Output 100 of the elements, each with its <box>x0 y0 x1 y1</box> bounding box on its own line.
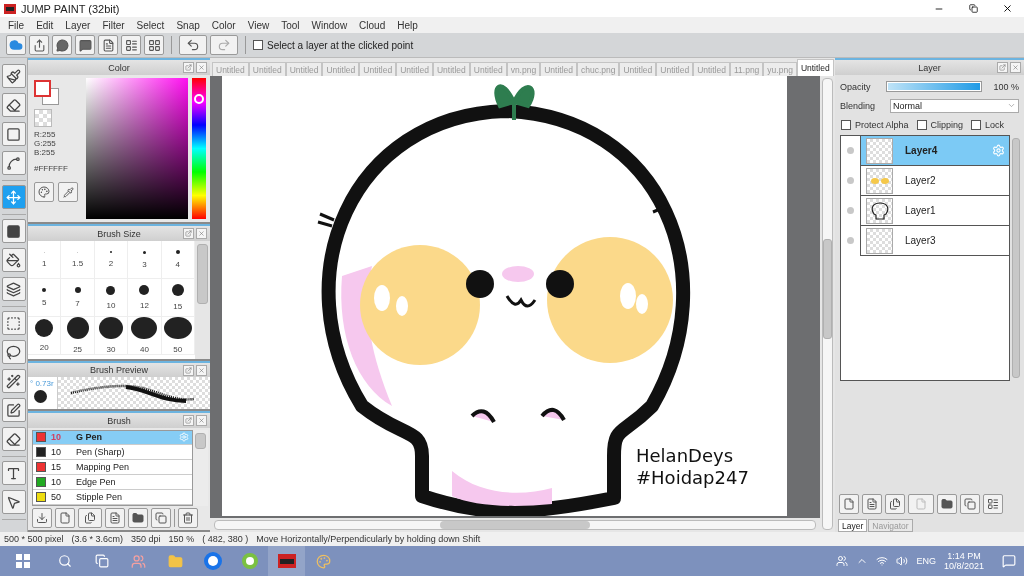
brush-size-option[interactable]: 1.5 <box>61 241 95 279</box>
brush-size-option[interactable]: 7 <box>61 279 95 317</box>
folder-button[interactable] <box>937 494 957 514</box>
brush-item[interactable]: 10 G Pen <box>33 431 192 445</box>
menu-item[interactable]: File <box>2 19 31 31</box>
color-swatches-drawing[interactable] <box>34 80 60 106</box>
checkbox[interactable] <box>971 120 982 130</box>
layer-row[interactable]: Layer3 <box>841 226 1009 256</box>
brush-size-option[interactable]: 40 <box>128 317 162 355</box>
checkbox[interactable] <box>841 120 851 130</box>
copy-button[interactable] <box>960 494 980 514</box>
notifications-button[interactable] <box>1002 554 1016 568</box>
merge-button[interactable] <box>983 494 1003 514</box>
menu-item[interactable]: Layer <box>59 19 97 31</box>
menu-item[interactable]: View <box>241 19 276 31</box>
transparent-swatch[interactable] <box>34 109 52 127</box>
tool-button[interactable] <box>1 461 26 485</box>
brush-size-option[interactable]: 5 <box>28 279 62 317</box>
grid-button[interactable] <box>144 35 164 55</box>
scrollbar[interactable] <box>1010 135 1022 381</box>
tool-button[interactable] <box>1 151 26 175</box>
visibility-toggle[interactable] <box>841 135 861 166</box>
people-icon <box>131 553 146 569</box>
new-layer-button[interactable] <box>839 494 859 514</box>
tool-button[interactable] <box>1 93 26 117</box>
layer-row[interactable]: Layer1 <box>841 196 1009 226</box>
speech-bubble-icon <box>55 38 69 52</box>
script-button[interactable] <box>105 508 125 528</box>
checkbox[interactable] <box>916 120 927 130</box>
download-button[interactable] <box>32 508 52 528</box>
menu-item[interactable]: Window <box>305 19 354 31</box>
menu-item[interactable]: Help <box>391 19 424 31</box>
taskbar-app[interactable] <box>268 546 305 576</box>
list-button[interactable] <box>121 35 141 55</box>
new-button[interactable] <box>55 508 75 528</box>
vertical-scrollbar[interactable] <box>822 78 833 530</box>
layer-name: Layer4 <box>905 145 938 156</box>
undo-button[interactable] <box>179 35 207 55</box>
layer-row[interactable]: Layer2 <box>841 166 1009 196</box>
checkbox-label: Protect Alpha <box>855 120 909 130</box>
redo-button[interactable] <box>210 35 238 55</box>
tool-button[interactable] <box>1 340 26 364</box>
brush-size-option[interactable]: 1 <box>28 241 62 279</box>
brush-size-option[interactable]: 3 <box>128 241 162 279</box>
cloud-button[interactable] <box>6 35 26 55</box>
page-icon <box>101 38 115 52</box>
brush-size-option[interactable]: 25 <box>61 317 95 355</box>
menu-item[interactable]: Snap <box>170 19 206 31</box>
tool-button[interactable] <box>1 248 26 272</box>
brush-size-option[interactable]: 2 <box>94 241 129 279</box>
tool-button[interactable] <box>1 219 26 243</box>
menu-item[interactable]: Cloud <box>353 19 392 31</box>
pen-square-icon <box>6 402 21 418</box>
brush-size-option[interactable]: 50 <box>161 317 195 355</box>
share-button[interactable] <box>29 35 49 55</box>
palette-button[interactable] <box>34 182 54 202</box>
new-button[interactable] <box>885 494 905 514</box>
copy-button[interactable] <box>151 508 171 528</box>
panel-tab[interactable]: Layer <box>838 519 868 532</box>
lasso-icon <box>6 344 21 360</box>
menu-item[interactable]: Select <box>130 19 171 31</box>
windows-icon <box>16 554 30 568</box>
files-icon <box>889 498 901 510</box>
document-tab[interactable]: Untitled <box>796 59 834 76</box>
page-button[interactable] <box>98 35 118 55</box>
brush-item[interactable]: 10 Pen (Sharp) <box>33 445 192 460</box>
tool-button[interactable] <box>1 122 26 146</box>
tool-button[interactable] <box>1 490 26 514</box>
tool-button[interactable] <box>1 64 26 88</box>
tool-button[interactable] <box>1 277 26 301</box>
brush-item[interactable]: 10 Edge Pen <box>33 475 192 490</box>
blending-dropdown[interactable]: Normal <box>890 98 1019 113</box>
brush-size-option[interactable]: 30 <box>94 317 129 355</box>
tool-button[interactable] <box>1 398 26 422</box>
brush-size-option[interactable]: 12 <box>128 279 162 317</box>
comment-button[interactable] <box>52 35 72 55</box>
folder-button[interactable] <box>128 508 148 528</box>
brush-name: Pen (Sharp) <box>76 447 125 457</box>
message-button[interactable] <box>75 35 95 55</box>
menu-item[interactable]: Color <box>205 19 242 31</box>
tool-button[interactable] <box>1 369 26 393</box>
brush-size-option[interactable]: 20 <box>28 317 62 355</box>
color-field[interactable] <box>86 78 188 219</box>
menu-item[interactable]: Filter <box>96 19 131 31</box>
scrollbar[interactable] <box>195 241 210 359</box>
menu-item[interactable]: Tool <box>275 19 306 31</box>
brush-size-option[interactable]: 10 <box>94 279 129 317</box>
horizontal-scrollbar[interactable] <box>214 520 816 530</box>
delete-button[interactable] <box>178 508 198 528</box>
eyedropper-button[interactable] <box>58 182 78 202</box>
menu-button[interactable] <box>78 508 102 528</box>
menu-item[interactable]: Edit <box>30 19 60 31</box>
scrollbar[interactable] <box>193 430 208 506</box>
brush-item[interactable]: 50 Stipple Pen <box>33 490 192 505</box>
brush-item[interactable]: 15 Mapping Pen <box>33 460 192 475</box>
tool-button[interactable] <box>1 427 26 451</box>
layer-row[interactable]: Layer4 <box>841 136 1009 166</box>
script-button[interactable] <box>862 494 882 514</box>
bucket-icon <box>6 252 21 268</box>
checkbox[interactable] <box>253 40 263 50</box>
